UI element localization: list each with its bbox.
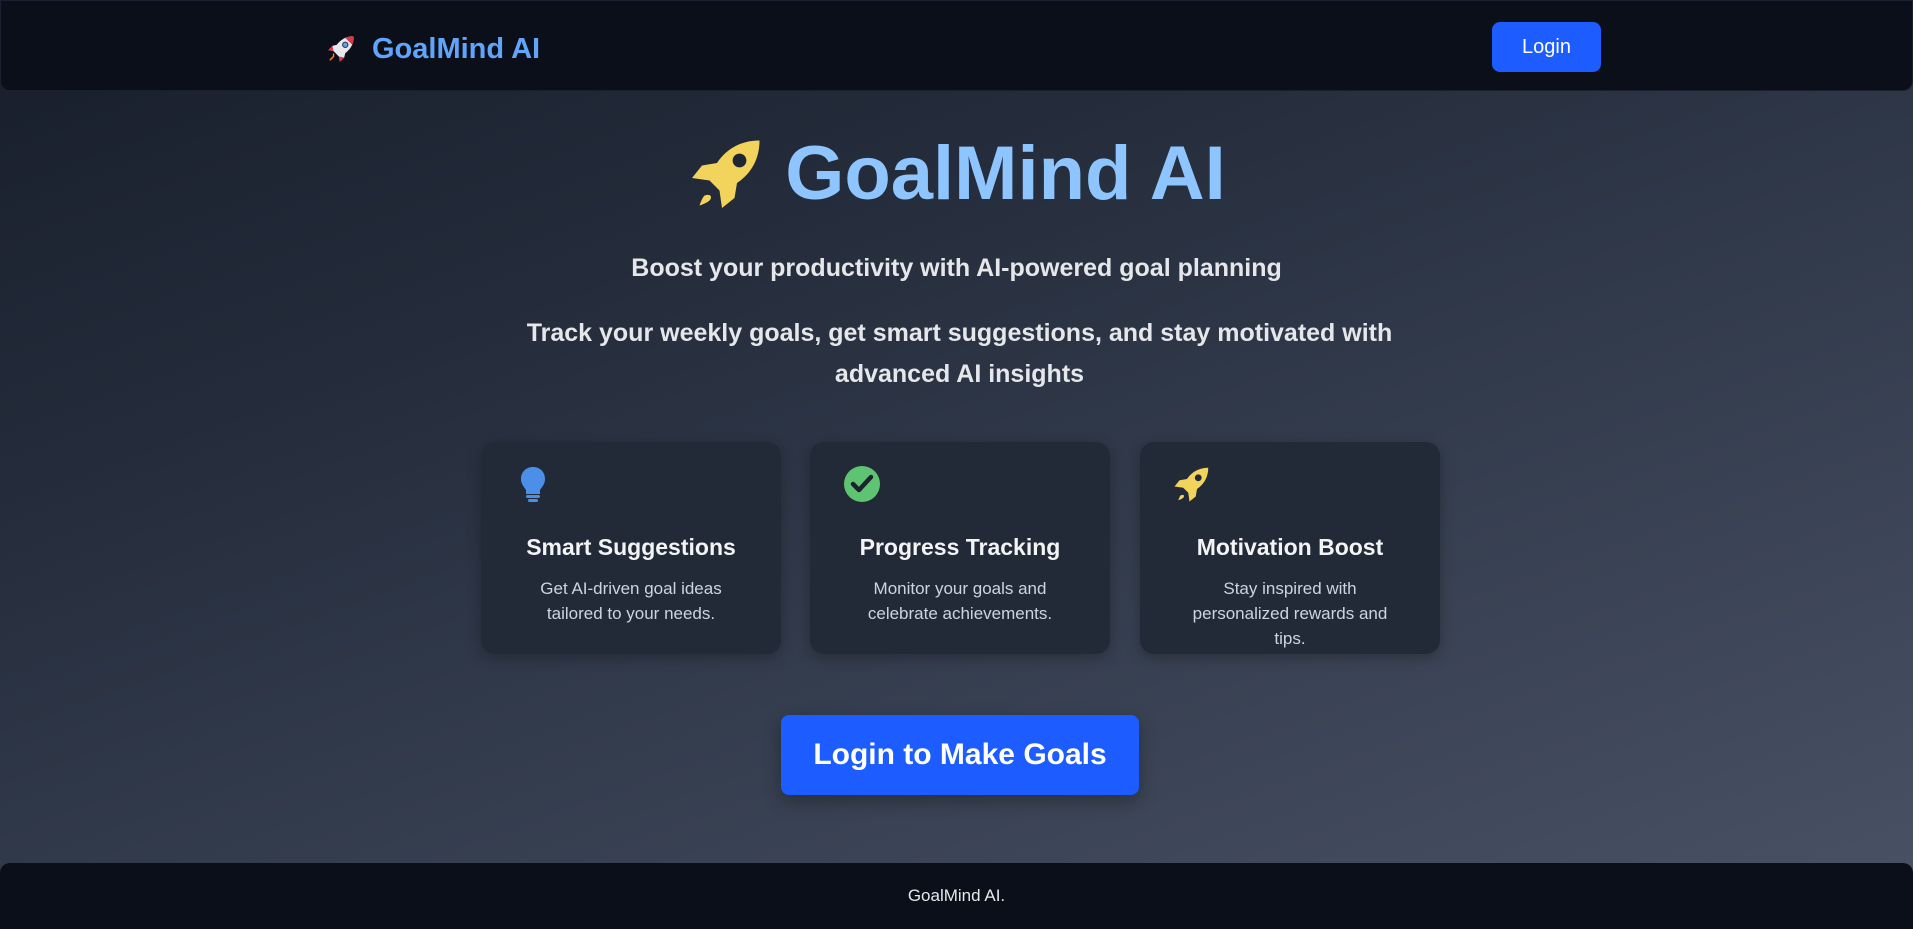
hero-title: GoalMind AI [785, 130, 1226, 216]
rocket-icon [692, 140, 760, 208]
feature-card-smart-suggestions: Smart Suggestions Get AI-driven goal ide… [481, 442, 781, 654]
feature-card-progress-tracking: Progress Tracking Monitor your goals and… [810, 442, 1110, 654]
feature-title: Progress Tracking [859, 534, 1061, 560]
hero-heading: GoalMind AI [0, 128, 1913, 218]
feature-title: Motivation Boost [1196, 534, 1384, 560]
rocket-icon [1174, 467, 1209, 502]
top-navbar: GoalMind AI Login [0, 0, 1913, 91]
lightbulb-icon [521, 467, 545, 502]
feature-description: Stay inspired with personalized rewards … [1192, 579, 1388, 648]
check-circle-icon [844, 466, 880, 502]
hero-subtext: Track your weekly goals, get smart sugge… [526, 319, 1393, 388]
feature-title: Smart Suggestions [526, 534, 736, 560]
login-to-make-goals-button[interactable]: Login to Make Goals [781, 715, 1139, 795]
rocket-icon [328, 36, 354, 62]
login-button[interactable]: Login [1492, 22, 1601, 72]
brand-name: GoalMind AI [372, 32, 541, 65]
feature-description: Get AI-driven goal ideas tailored to you… [540, 579, 722, 623]
footer: GoalMind AI. [0, 863, 1913, 929]
hero-tagline: Boost your productivity with AI-powered … [631, 254, 1282, 282]
brand-logo[interactable]: GoalMind AI [324, 29, 540, 69]
footer-text: GoalMind AI. [907, 886, 1006, 905]
feature-description: Monitor your goals and celebrate achieve… [867, 579, 1053, 623]
feature-card-motivation-boost: Motivation Boost Stay inspired with pers… [1140, 442, 1440, 654]
